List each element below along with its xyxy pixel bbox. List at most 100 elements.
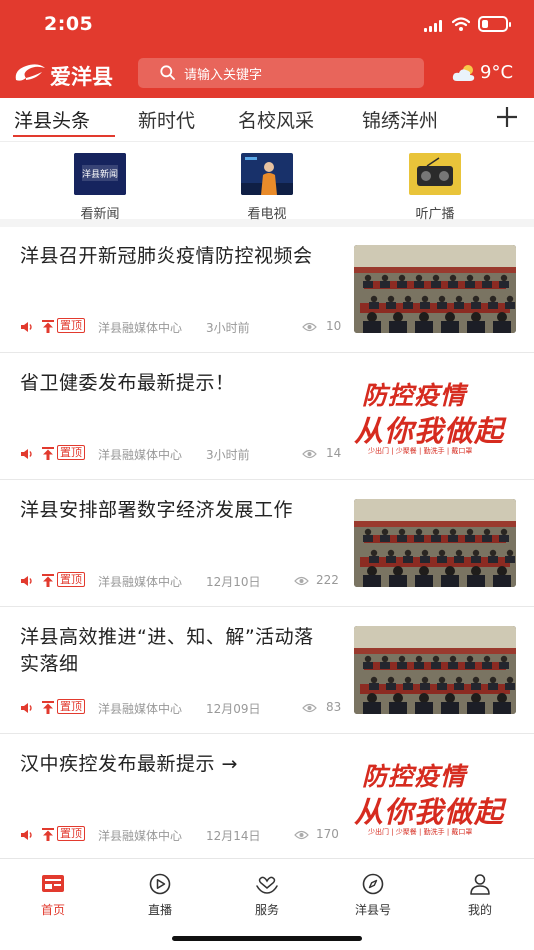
- news-source: 洋县融媒体中心: [98, 829, 183, 843]
- view-count: 14: [326, 446, 342, 460]
- nav-label: 首页: [40, 903, 65, 917]
- meeting-photo-thumbnail: [354, 626, 516, 714]
- news-title: 汉中疾控发布最新提示 →: [20, 753, 238, 775]
- nav-yangxian-account[interactable]: 洋县号: [338, 873, 408, 923]
- news-meta: 置顶 洋县融媒体中心 12月09日 83: [20, 699, 342, 717]
- views-eye-icon: [294, 575, 309, 589]
- news-time: 12月10日: [206, 575, 261, 589]
- tab-famous-schools[interactable]: 名校风采: [238, 106, 314, 133]
- nav-label: 服务: [254, 903, 279, 917]
- news-title: 洋县高效推进“进、知、解”活动落实落细: [20, 626, 314, 675]
- partly-cloudy-icon: [452, 65, 475, 81]
- battery-level: [482, 20, 488, 28]
- news-title: 洋县安排部署数字经济发展工作: [20, 499, 294, 521]
- quick-entry-news[interactable]: 洋县新闻 看新闻: [60, 153, 140, 223]
- pinned-badge: 置顶: [57, 572, 85, 587]
- app-name: 爱洋县: [50, 64, 113, 89]
- news-source: 洋县融媒体中心: [98, 448, 183, 462]
- channel-tabs: 洋县头条 新时代 名校风采 锦绣洋州: [0, 98, 534, 142]
- news-time: 12月14日: [206, 829, 261, 843]
- nav-mine[interactable]: 我的: [445, 873, 515, 923]
- user-icon: [470, 874, 490, 895]
- epidemic-poster-thumbnail: 防控疫情从你我做起 少出门 | 少聚餐 | 勤洗手 | 戴口罩: [354, 753, 516, 841]
- nav-label: 直播: [147, 903, 172, 917]
- speaker-icon[interactable]: [20, 702, 34, 717]
- nav-label: 洋县号: [354, 903, 391, 917]
- view-count: 222: [316, 573, 339, 587]
- top-arrow-icon: [42, 828, 54, 844]
- nav-label: 我的: [467, 903, 492, 917]
- news-time: 3小时前: [206, 448, 250, 462]
- news-thumbnail: 洋县新闻: [74, 153, 126, 195]
- meeting-photo-thumbnail: [354, 245, 516, 333]
- quick-entry-label: 看新闻: [80, 207, 120, 222]
- tab-jinxiu-yangzhou[interactable]: 锦绣洋州: [362, 106, 438, 133]
- speaker-icon[interactable]: [20, 575, 34, 590]
- speaker-icon[interactable]: [20, 448, 34, 463]
- quick-entry-label: 看电视: [247, 207, 287, 222]
- status-bar: 2:05: [0, 0, 534, 50]
- view-count: 83: [326, 700, 342, 714]
- search-placeholder: 请输入关键字: [184, 68, 263, 83]
- weather-widget[interactable]: 9°C: [452, 61, 524, 87]
- quick-entry-radio[interactable]: 听广播: [395, 153, 475, 223]
- speaker-icon[interactable]: [20, 829, 34, 844]
- news-thumbnail-text: 洋县新闻: [82, 168, 118, 180]
- pinned-badge: 置顶: [57, 318, 85, 333]
- top-arrow-icon: [42, 701, 54, 717]
- app-logo[interactable]: 爱洋县: [12, 59, 120, 89]
- view-count: 170: [316, 827, 339, 841]
- top-arrow-icon: [42, 447, 54, 463]
- nav-home[interactable]: 首页: [18, 873, 88, 923]
- news-time: 12月09日: [206, 702, 261, 716]
- radio-thumbnail: [409, 153, 461, 195]
- top-arrow-icon: [42, 320, 54, 336]
- nav-service[interactable]: 服务: [232, 873, 302, 923]
- news-meta: 置顶 洋县融媒体中心 3小时前 14: [20, 445, 342, 463]
- live-icon: [149, 873, 171, 895]
- pinned-badge: 置顶: [57, 826, 85, 841]
- poster-line-2: 从你我做起: [354, 414, 505, 448]
- add-channel-icon[interactable]: [494, 104, 520, 130]
- news-item[interactable]: 汉中疾控发布最新提示 → 置顶 洋县融媒体中心 12月14日 170 防控疫情从你我做起少…: [0, 735, 534, 861]
- news-time: 3小时前: [206, 321, 250, 335]
- quick-entry-label: 听广播: [415, 207, 455, 222]
- news-item[interactable]: 洋县高效推进“进、知、解”活动落实落细 置顶 洋县融媒体中心 12月09日 83: [0, 608, 534, 734]
- compass-icon: [362, 873, 384, 895]
- top-arrow-icon: [42, 574, 54, 590]
- view-count: 10: [326, 319, 342, 333]
- news-source: 洋县融媒体中心: [98, 321, 183, 335]
- pinned-badge: 置顶: [57, 699, 85, 714]
- logo-swoosh-icon: [15, 64, 45, 81]
- signal-icon: [424, 20, 444, 32]
- news-item[interactable]: 省卫健委发布最新提示！ 置顶 洋县融媒体中心 3小时前 14 防控疫情 从你我做起 少出门 |…: [0, 354, 534, 480]
- pinned-badge: 置顶: [57, 445, 85, 460]
- active-tab-indicator: [13, 135, 115, 137]
- news-meta: 置顶 洋县融媒体中心 12月14日 170: [20, 826, 342, 844]
- tv-thumbnail: [241, 153, 293, 195]
- search-icon: [160, 65, 175, 80]
- home-indicator[interactable]: [172, 936, 362, 941]
- service-icon: [256, 876, 278, 894]
- nav-live[interactable]: 直播: [125, 873, 195, 923]
- news-item[interactable]: 洋县召开新冠肺炎疫情防控视频会 置顶 洋县融媒体中心 3小时前 10: [0, 227, 534, 353]
- tab-new-era[interactable]: 新时代: [138, 106, 195, 133]
- views-eye-icon: [302, 448, 317, 462]
- news-meta: 置顶 洋县融媒体中心 3小时前 10: [20, 318, 342, 336]
- poster-line-1: 防控疫情: [362, 762, 467, 791]
- news-item[interactable]: 洋县安排部署数字经济发展工作 置顶 洋县融媒体中心 12月10日 222: [0, 481, 534, 607]
- search-input[interactable]: 请输入关键字: [138, 58, 424, 88]
- temperature: 9°C: [480, 62, 514, 83]
- speaker-icon[interactable]: [20, 321, 34, 336]
- meeting-photo-thumbnail: [354, 499, 516, 587]
- epidemic-poster-thumbnail: 防控疫情 从你我做起 少出门 | 少聚餐 | 勤洗手 | 戴口罩: [354, 372, 516, 460]
- poster-line-3: 少出门 | 少聚餐 | 勤洗手 | 戴口罩: [368, 828, 473, 836]
- poster-line-2: 从你我做起: [354, 795, 505, 829]
- tab-yangxian-headlines[interactable]: 洋县头条: [14, 106, 90, 133]
- status-time: 2:05: [44, 13, 94, 35]
- battery-icon: [478, 16, 511, 32]
- poster-line-1: 防控疫情: [362, 381, 467, 410]
- views-eye-icon: [302, 702, 317, 716]
- quick-entries: 洋县新闻 看新闻 看电视 听广播: [0, 143, 534, 227]
- quick-entry-tv[interactable]: 看电视: [227, 153, 307, 223]
